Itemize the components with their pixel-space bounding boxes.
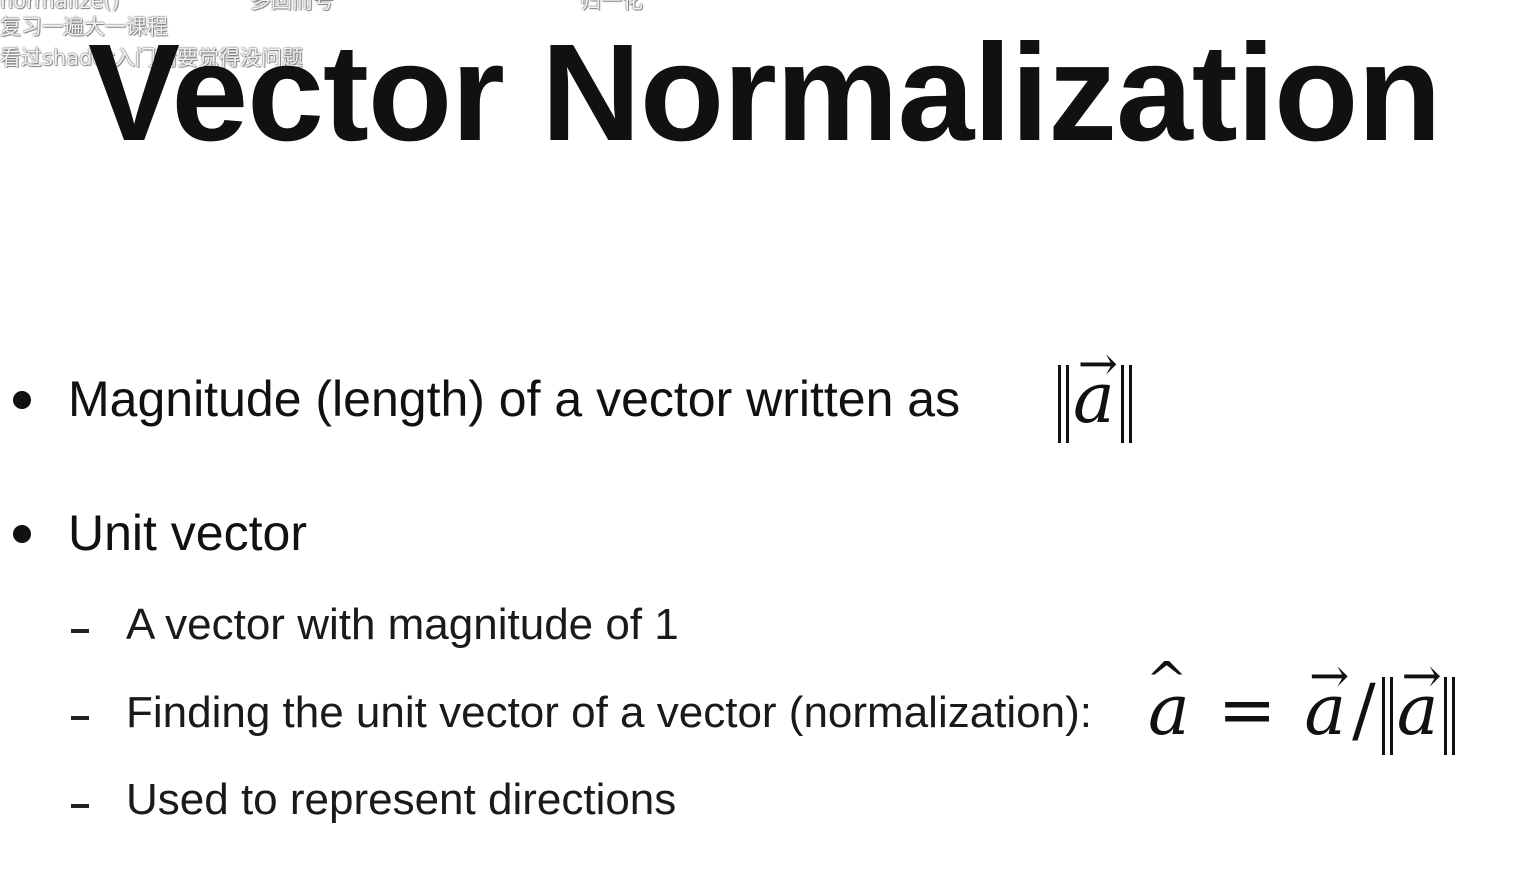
arrow-symbol: → bbox=[1401, 648, 1442, 704]
norm-bar bbox=[1389, 677, 1393, 755]
vector-a: → a bbox=[1397, 648, 1442, 752]
norm-bar bbox=[1058, 365, 1061, 443]
equals-symbol: = bbox=[1217, 669, 1277, 751]
bullet-dot bbox=[13, 391, 31, 409]
norm-bar bbox=[1128, 365, 1132, 443]
bullet-dot bbox=[13, 525, 31, 543]
subitem-magnitude-one: A vector with magnitude of 1 bbox=[126, 600, 679, 649]
norm-bar bbox=[1452, 677, 1456, 755]
bullet-magnitude-text: Magnitude (length) of a vector written a… bbox=[68, 371, 961, 427]
danmaku-comment: normalize() bbox=[0, 0, 120, 13]
hat-symbol: ^ bbox=[1145, 651, 1188, 709]
norm-bar bbox=[1066, 365, 1069, 443]
subitem-directions: Used to represent directions bbox=[126, 775, 677, 824]
normalization-formula: ^ a = → a/→ a bbox=[1146, 648, 1456, 755]
magnitude-formula: → a bbox=[1058, 336, 1132, 443]
norm-bar bbox=[1120, 365, 1124, 443]
slide: normalize() 多回而号 归一化 复习一遍大一课程 看过shader入门… bbox=[0, 0, 1537, 874]
danmaku-comment: 归一化 bbox=[580, 0, 643, 13]
arrow-symbol: → bbox=[1077, 336, 1118, 392]
arrow-symbol: → bbox=[1309, 648, 1350, 704]
norm-bar bbox=[1381, 677, 1385, 755]
vector-a: → a bbox=[1073, 336, 1118, 440]
sub-bullet-dash bbox=[71, 804, 89, 808]
sub-bullet-dash bbox=[71, 629, 89, 633]
unit-vector-a-hat: ^ a bbox=[1146, 651, 1190, 752]
slide-title: Vector Normalization bbox=[88, 16, 1442, 170]
danmaku-comment: 多回而号 bbox=[250, 0, 334, 13]
bullet-unit-vector-text: Unit vector bbox=[68, 505, 307, 561]
division-slash: / bbox=[1352, 669, 1376, 751]
sub-bullet-dash bbox=[71, 716, 89, 720]
norm-bar bbox=[1444, 677, 1448, 755]
subitem-normalization: Finding the unit vector of a vector (nor… bbox=[126, 688, 1093, 737]
vector-a: → a bbox=[1304, 648, 1349, 752]
